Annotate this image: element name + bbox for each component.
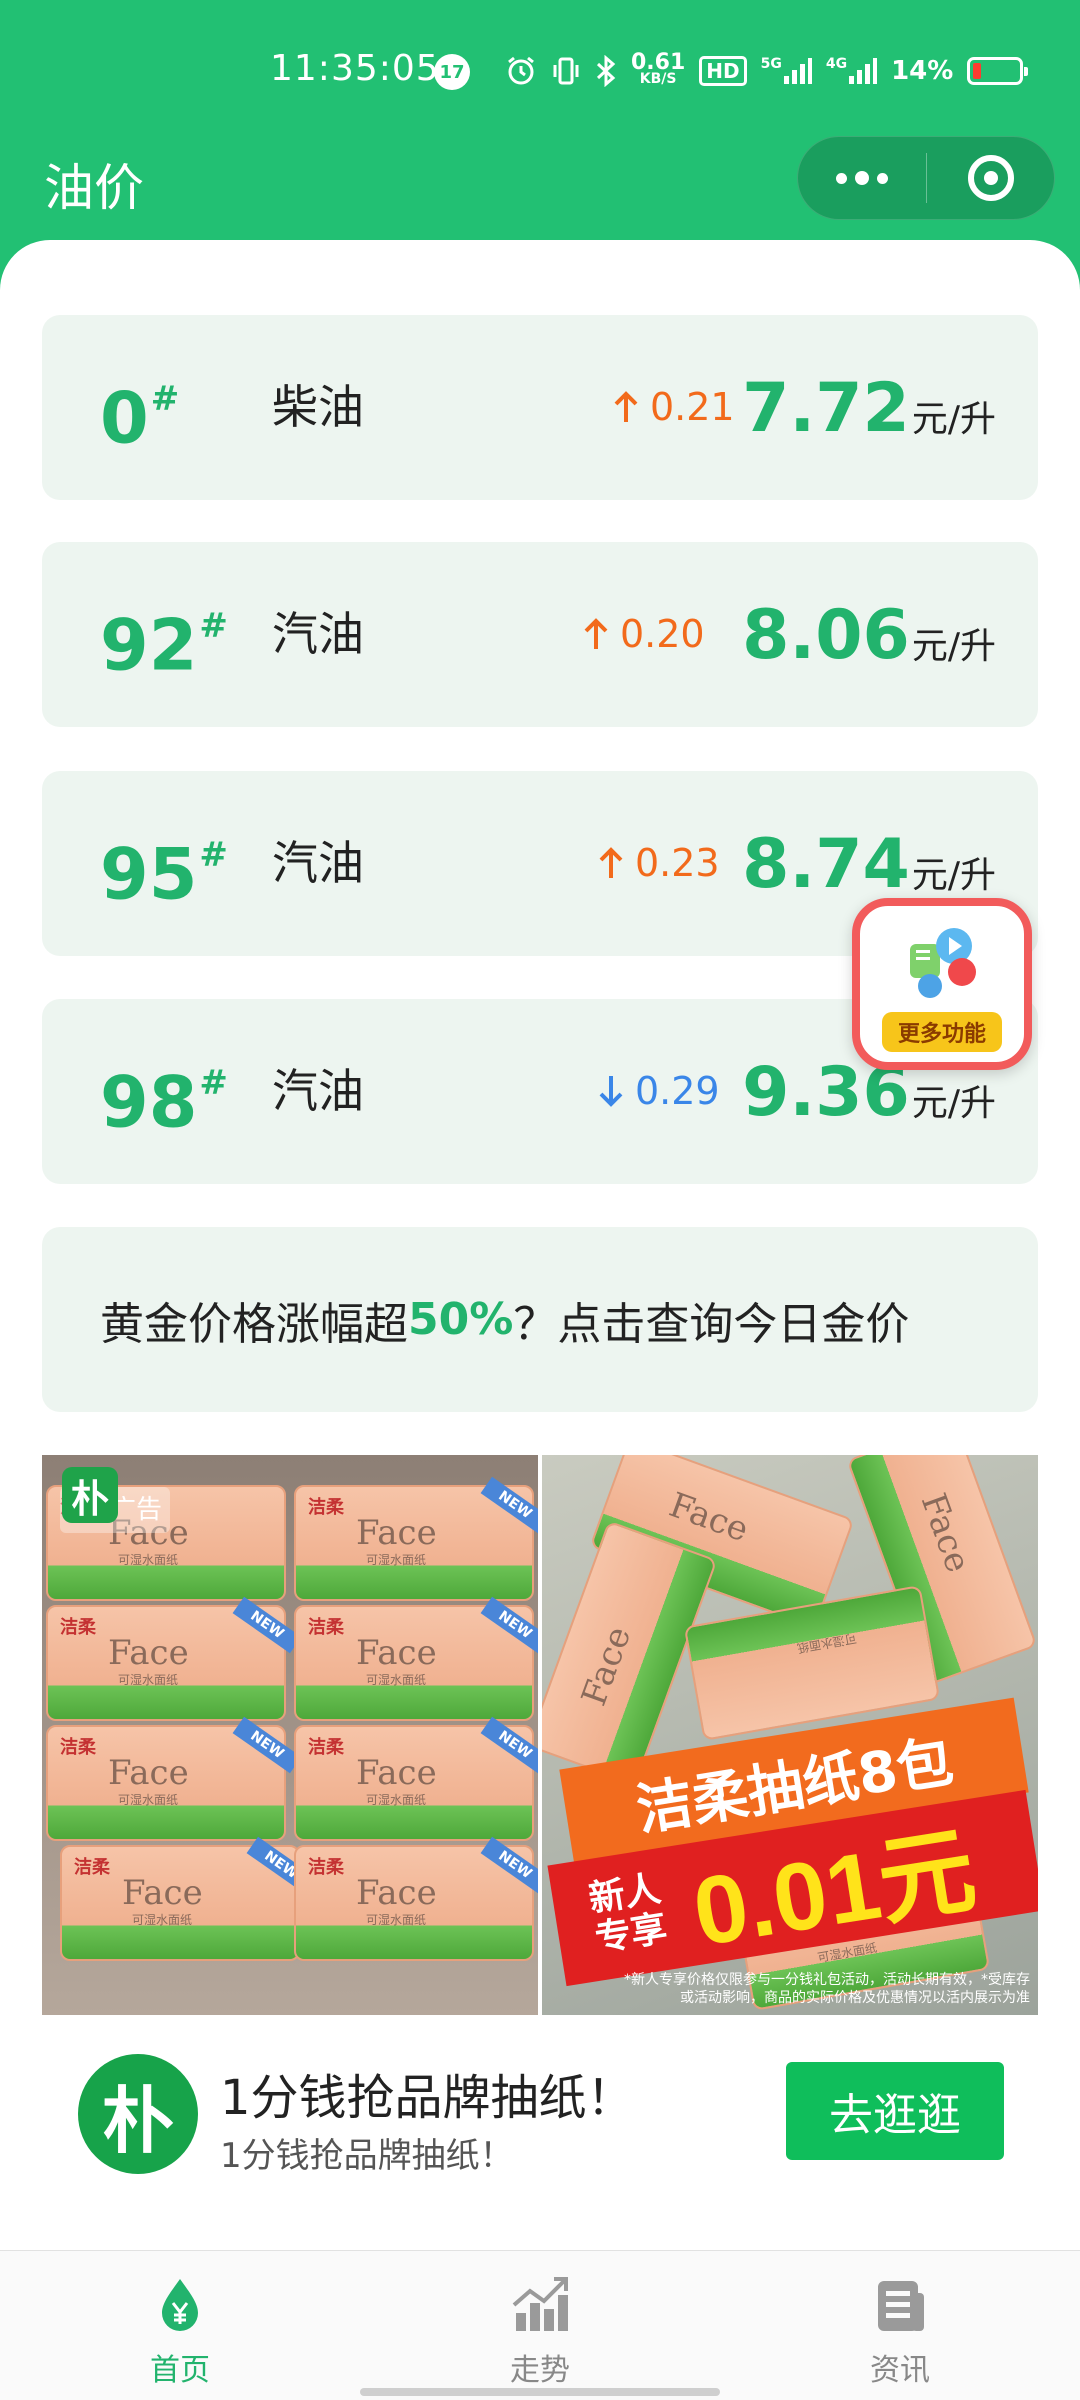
price-card-92[interactable]: 92# 汽油 0.20 8.06 元/升 bbox=[42, 542, 1038, 727]
price-change: 0.23 bbox=[597, 835, 720, 891]
hd-icon: HD bbox=[699, 56, 747, 86]
ad-image-right[interactable]: Face Face Face 可湿水面纸 可湿水面纸 洁柔抽纸8包 新人专享 0… bbox=[542, 1455, 1038, 2015]
fuel-type: 汽油 bbox=[272, 1064, 364, 1118]
battery-icon bbox=[967, 57, 1029, 85]
gold-price-banner[interactable]: 黄金价格涨幅超 50% ？点击查询今日金价 bbox=[42, 1227, 1038, 1412]
status-time: 11:35:05 bbox=[270, 48, 440, 89]
go-shopping-button[interactable]: 去逛逛 bbox=[786, 2062, 1004, 2160]
bottom-tab-bar: 首页 走势 资讯 bbox=[0, 2250, 1080, 2400]
tissue-pack: 洁柔 Face 可湿水面纸 NEW bbox=[294, 1836, 538, 1961]
battery-percent: 14% bbox=[891, 56, 954, 86]
price-change: 0.29 bbox=[597, 1063, 720, 1119]
gold-banner-suffix: ？点击查询今日金价 bbox=[513, 1298, 910, 1350]
arrow-up-icon bbox=[614, 391, 638, 422]
more-functions-label: 更多功能 bbox=[882, 1012, 1002, 1052]
more-dots-icon bbox=[836, 172, 847, 184]
more-options-button[interactable] bbox=[798, 137, 926, 219]
tissue-pack: 洁柔 Face 可湿水面纸 NEW bbox=[294, 1476, 538, 1601]
fuel-price: 8.74 元/升 bbox=[742, 825, 996, 904]
home-indicator[interactable] bbox=[360, 2388, 720, 2396]
arrow-up-icon bbox=[599, 847, 623, 878]
fuel-grade: 92# bbox=[100, 604, 228, 687]
arrow-down-icon bbox=[599, 1076, 623, 1107]
gold-banner-text: 黄金价格涨幅超 bbox=[100, 1298, 408, 1350]
arrow-up-icon bbox=[584, 618, 608, 649]
status-icons: 0.61 KB/S HD 5G 4G 14% bbox=[505, 44, 1029, 98]
signal-4g-icon: 4G bbox=[826, 56, 878, 86]
ad-subtitle: 1分钱抢品牌抽纸！ bbox=[220, 2136, 514, 2176]
tissue-pack: 洁柔 Face 可湿水面纸 NEW bbox=[294, 1716, 538, 1841]
drop-yen-icon bbox=[162, 2279, 198, 2331]
promo-fine-print: *新人专享价格仅限参与一分钱礼包活动，活动长期有效，*受库存或活动影响，商品的实… bbox=[624, 1972, 1030, 2006]
price-change: 0.21 bbox=[612, 379, 735, 435]
tissue-pack: 洁柔 Face 可湿水面纸 NEW bbox=[46, 1716, 302, 1841]
news-icon bbox=[878, 2281, 924, 2331]
tab-trend[interactable]: 走势 bbox=[360, 2251, 720, 2400]
fuel-price: 7.72 元/升 bbox=[742, 369, 996, 448]
tab-news[interactable]: 资讯 bbox=[720, 2251, 1080, 2400]
page-title: 油价 bbox=[44, 159, 144, 217]
tab-label: 首页 bbox=[150, 2353, 210, 2388]
tissue-pack: 洁柔 Face 可湿水面纸 NEW bbox=[60, 1836, 316, 1961]
target-icon bbox=[967, 155, 1014, 201]
tissue-pack: 洁柔 Face 可湿水面纸 NEW bbox=[294, 1596, 538, 1721]
brand-logo-small: 朴 bbox=[62, 1467, 118, 1523]
more-functions-float-button[interactable]: 更多功能 bbox=[852, 898, 1032, 1070]
ad-image-left[interactable]: 洁柔Face可湿水面纸 洁柔Face可湿水面纸NEW 洁柔Face可湿水面纸NE… bbox=[42, 1455, 538, 2015]
net-speed: 0.61 KB/S bbox=[631, 50, 686, 88]
close-mini-program-button[interactable] bbox=[927, 137, 1054, 219]
tab-home[interactable]: 首页 bbox=[0, 2251, 360, 2400]
brand-avatar: 朴 bbox=[78, 2054, 198, 2174]
status-bar: 11:35:05 17 0.61 KB/S HD 5G 4G 14% bbox=[0, 0, 1080, 142]
fuel-type: 柴油 bbox=[272, 380, 364, 434]
toolbox-icon bbox=[910, 928, 976, 998]
fuel-grade: 95# bbox=[100, 833, 228, 916]
price-card-0[interactable]: 0# 柴油 0.21 7.72 元/升 bbox=[42, 315, 1038, 500]
fuel-grade: 0# bbox=[100, 377, 180, 460]
tissue-pack: 洁柔 Face 可湿水面纸 NEW bbox=[46, 1596, 302, 1721]
gold-banner-pct: 50% bbox=[408, 1294, 514, 1345]
fuel-type: 汽油 bbox=[272, 607, 364, 661]
ad-banner-images[interactable]: 洁柔Face可湿水面纸 洁柔Face可湿水面纸NEW 洁柔Face可湿水面纸NE… bbox=[42, 1455, 1038, 2015]
tab-label: 走势 bbox=[510, 2353, 570, 2388]
price-change: 0.20 bbox=[582, 606, 705, 662]
trend-chart-icon bbox=[512, 2277, 568, 2331]
signal-5g-icon: 5G bbox=[761, 56, 812, 86]
ad-info-row[interactable]: 朴 1分钱抢品牌抽纸！ 1分钱抢品牌抽纸！ 去逛逛 bbox=[42, 2020, 1038, 2220]
fuel-type: 汽油 bbox=[272, 836, 364, 890]
mini-program-capsule bbox=[797, 136, 1055, 220]
tab-label: 资讯 bbox=[870, 2353, 930, 2388]
alarm-icon bbox=[505, 55, 537, 87]
notification-count-badge: 17 bbox=[434, 54, 470, 90]
more-dots-icon-right bbox=[877, 172, 888, 184]
promo-newbie: 新人专享 bbox=[586, 1868, 670, 1960]
vibrate-icon bbox=[551, 55, 581, 87]
ad-title: 1分钱抢品牌抽纸！ bbox=[220, 2070, 635, 2126]
fuel-grade: 98# bbox=[100, 1061, 228, 1144]
bluetooth-icon bbox=[595, 55, 617, 87]
fuel-price: 8.06 元/升 bbox=[742, 596, 996, 675]
more-dots-icon-center bbox=[855, 171, 869, 185]
